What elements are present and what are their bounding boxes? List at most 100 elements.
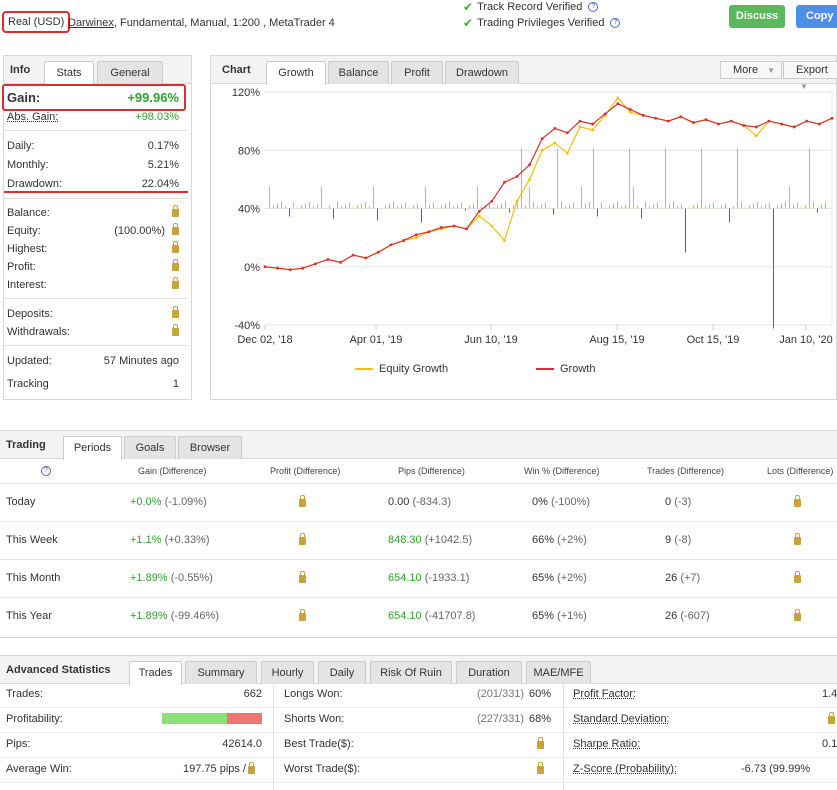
profit-bar (645, 201, 646, 209)
gain-value: +1.89% (130, 572, 168, 584)
data-point (414, 236, 418, 240)
profit-bar (337, 201, 338, 209)
sharpe-label[interactable]: Sharpe Ratio: (573, 738, 640, 750)
copy-button[interactable]: Copy (796, 5, 837, 28)
row-divider (0, 707, 837, 708)
data-point (553, 141, 557, 145)
data-point (427, 230, 431, 234)
profit-bar (365, 201, 366, 209)
data-point (578, 125, 582, 129)
profit-bar (569, 204, 570, 209)
tab-goals[interactable]: Goals (124, 436, 176, 459)
broker-link[interactable]: Darwinex (68, 17, 114, 29)
profit-bar (353, 207, 354, 209)
equity-row: Equity: (100.00%) (7, 223, 179, 241)
export-dropdown[interactable]: Export ▼ (783, 61, 837, 91)
x-tick-label: Oct 15, '19 (687, 334, 740, 346)
profit-bar (297, 207, 298, 209)
tab-drawdown[interactable]: Drawdown (445, 61, 519, 84)
chart-title: Chart (222, 64, 251, 76)
win-cell: 65% (+2%) (532, 572, 587, 584)
more-dropdown[interactable]: More ▼ (720, 61, 782, 79)
trading-privileges-text: Trading Privileges Verified (477, 17, 605, 29)
tab-stats[interactable]: Stats (44, 61, 94, 85)
profit-bar (629, 148, 630, 209)
tab-daily[interactable]: Daily (318, 661, 366, 684)
withdrawals-row: Withdrawals: (7, 324, 179, 342)
profit-bar (465, 208, 466, 211)
lock-icon (172, 205, 179, 219)
std-dev-label[interactable]: Standard Deviation: (573, 713, 670, 725)
pips-value: 848.30 (388, 534, 422, 546)
profit-bar (325, 207, 326, 209)
data-point (666, 119, 670, 123)
profit-bar (389, 203, 390, 209)
period-label: This Year (6, 610, 52, 622)
profit-factor-value: 1.4 (822, 688, 837, 700)
discuss-button[interactable]: Discuss (729, 5, 785, 28)
x-tick-label: Dec 02, '18 (237, 334, 292, 346)
tab-mae-mfe[interactable]: MAE/MFE (526, 661, 591, 684)
profit-bar (669, 203, 670, 209)
tab-profit[interactable]: Profit (391, 61, 443, 84)
gain-label: Gain: (7, 90, 41, 105)
profit-bar (561, 201, 562, 209)
tab-summary[interactable]: Summary (185, 661, 257, 684)
tab-hourly[interactable]: Hourly (261, 661, 314, 684)
profit-bar (601, 202, 602, 209)
tab-growth[interactable]: Growth (266, 61, 326, 85)
x-tick-label: Aug 15, '19 (589, 334, 644, 346)
help-icon[interactable]: ? (588, 2, 599, 12)
row-divider (0, 757, 837, 758)
trading-panel-header: Trading Periods Goals Browser (0, 431, 837, 460)
tab-risk-of-ruin[interactable]: Risk Of Ruin (370, 661, 452, 684)
help-icon[interactable]: ? (610, 18, 621, 28)
tab-balance[interactable]: Balance (328, 61, 389, 84)
profit-factor-label[interactable]: Profit Factor: (573, 688, 636, 700)
profit-bar (769, 202, 770, 209)
monthly-row: Monthly: 5.21% (7, 159, 179, 175)
help-icon[interactable]: ? (41, 466, 51, 476)
profit-bar (761, 206, 762, 209)
tab-trades[interactable]: Trades (129, 661, 182, 685)
profit-bar (593, 148, 594, 209)
lock-icon (828, 712, 835, 726)
data-point (503, 239, 506, 242)
profit-bar (785, 201, 786, 209)
legend-growth[interactable]: Growth (536, 363, 595, 375)
track-record-verified: ✔ Track Record Verified ? (463, 0, 599, 14)
gain-diff: (-1.09%) (164, 496, 207, 508)
profit-bar (729, 208, 730, 223)
account-type-label: Real (USD) (2, 11, 71, 33)
tab-duration[interactable]: Duration (456, 661, 522, 684)
profit-bar (673, 201, 674, 209)
tab-browser[interactable]: Browser (178, 436, 242, 459)
gain-cell: +1.89% (-0.55%) (130, 572, 213, 584)
profit-bar (449, 201, 450, 209)
profit-bar (381, 207, 382, 209)
tab-general[interactable]: General (97, 61, 163, 84)
profit-bar (441, 205, 442, 209)
pips-diff: (+1042.5) (424, 534, 473, 546)
tab-periods[interactable]: Periods (63, 436, 122, 460)
highest-label: Highest: (7, 243, 48, 255)
profit-bar (433, 202, 434, 209)
profit-bar (621, 206, 622, 209)
legend-equity-growth[interactable]: Equity Growth (355, 363, 448, 375)
profit-bar (285, 206, 286, 209)
data-point (591, 122, 594, 126)
drawdown-label: Drawdown: (7, 178, 63, 190)
win-value: 65% (532, 572, 555, 584)
profit-bar (481, 206, 482, 209)
zscore-label[interactable]: Z-Score (Probability): (573, 763, 677, 775)
sharpe-value: 0.1 (822, 738, 837, 750)
profit-bar (369, 206, 370, 209)
column-divider (563, 683, 564, 790)
pips-label: Pips: (6, 738, 31, 750)
profit-bar (677, 206, 678, 209)
advanced-title: Advanced Statistics (6, 664, 111, 676)
profit-bar (541, 204, 542, 209)
profit-bar (817, 208, 818, 213)
profit-bar (377, 208, 378, 221)
data-point (616, 102, 620, 106)
